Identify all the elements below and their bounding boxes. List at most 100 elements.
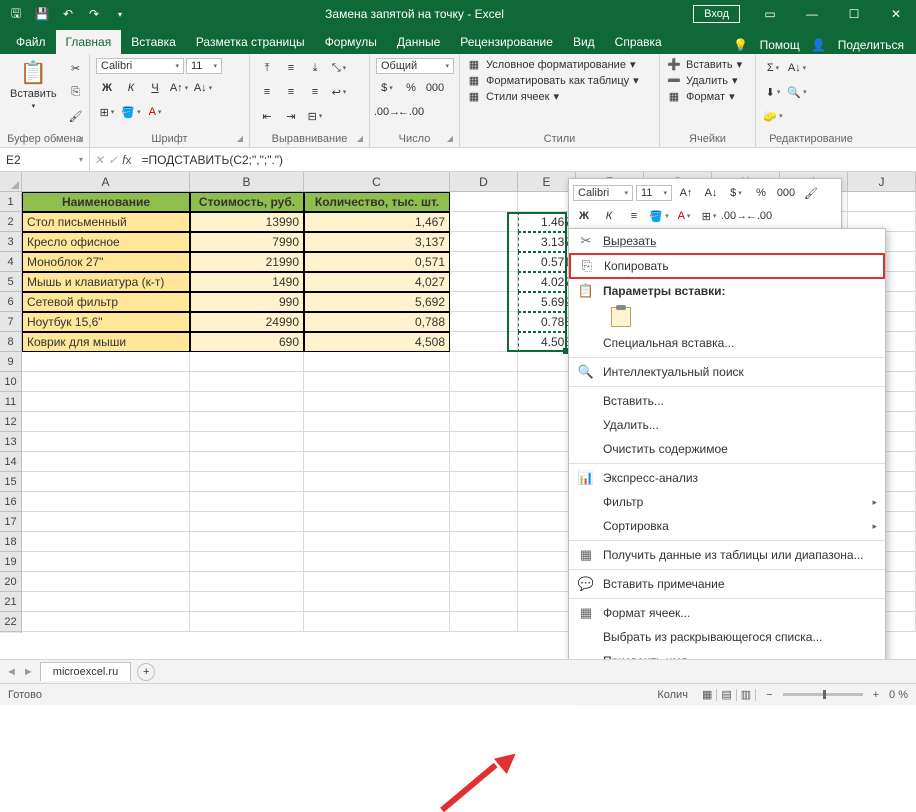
cell-C8[interactable]: 4,508 bbox=[304, 332, 450, 352]
cell-D12[interactable] bbox=[450, 412, 518, 432]
ctx-copy[interactable]: ⎘Копировать bbox=[569, 253, 885, 279]
tab-review[interactable]: Рецензирование bbox=[450, 30, 563, 54]
row-header-19[interactable]: 19 bbox=[0, 552, 21, 572]
decrease-font-button[interactable]: A↓ bbox=[192, 78, 214, 98]
ctx-delete[interactable]: Удалить... bbox=[569, 413, 885, 437]
cell-A21[interactable] bbox=[22, 592, 190, 612]
cell-B1[interactable]: Стоимость, руб. bbox=[190, 192, 304, 212]
cell-B5[interactable]: 1490 bbox=[190, 272, 304, 292]
align-top-icon[interactable]: ⤒ bbox=[256, 58, 278, 78]
col-header-J[interactable]: J bbox=[848, 172, 916, 191]
align-bottom-icon[interactable]: ⤓ bbox=[304, 58, 326, 78]
cell-C18[interactable] bbox=[304, 532, 450, 552]
row-header-11[interactable]: 11 bbox=[0, 392, 21, 412]
ctx-comment[interactable]: 💬Вставить примечание bbox=[569, 572, 885, 596]
tell-me[interactable]: Помощ bbox=[754, 38, 806, 52]
cell-A6[interactable]: Сетевой фильтр bbox=[22, 292, 190, 312]
redo-icon[interactable]: ↷ bbox=[82, 2, 106, 26]
ctx-smart-lookup[interactable]: 🔍Интеллектуальный поиск bbox=[569, 360, 885, 384]
ctx-paste-special[interactable]: Специальная вставка... bbox=[569, 331, 885, 355]
confirm-formula-icon[interactable]: ✓ bbox=[108, 153, 118, 167]
row-header-9[interactable]: 9 bbox=[0, 352, 21, 372]
borders-button[interactable]: ⊞ bbox=[96, 102, 118, 122]
cell-B17[interactable] bbox=[190, 512, 304, 532]
row-header-12[interactable]: 12 bbox=[0, 412, 21, 432]
cell-A18[interactable] bbox=[22, 532, 190, 552]
align-left-icon[interactable]: ≡ bbox=[256, 82, 278, 102]
sheet-tab[interactable]: microexcel.ru bbox=[40, 662, 131, 681]
insert-cells-button[interactable]: ➕Вставить▾ bbox=[666, 58, 742, 71]
view-buttons[interactable]: ▦▤▥ bbox=[698, 688, 756, 701]
mini-size-combo[interactable]: 11 bbox=[636, 185, 672, 201]
row-header-4[interactable]: 4 bbox=[0, 252, 21, 272]
cell-B2[interactable]: 13990 bbox=[190, 212, 304, 232]
maximize-button[interactable]: ☐ bbox=[834, 0, 874, 28]
tab-help[interactable]: Справка bbox=[605, 30, 672, 54]
sheet-nav-next[interactable]: ► bbox=[23, 666, 34, 678]
row-header-2[interactable]: 2 bbox=[0, 212, 21, 232]
mini-italic-icon[interactable]: К bbox=[598, 206, 620, 226]
mini-decdec-icon[interactable]: ←.00 bbox=[748, 206, 770, 226]
mini-format-painter-icon[interactable]: 🖌 bbox=[800, 183, 822, 203]
cell-C11[interactable] bbox=[304, 392, 450, 412]
autosave-icon[interactable]: 🖫 bbox=[4, 2, 28, 26]
align-middle-icon[interactable]: ≡ bbox=[280, 58, 302, 78]
delete-cells-button[interactable]: ➖Удалить▾ bbox=[666, 74, 738, 87]
cell-B12[interactable] bbox=[190, 412, 304, 432]
increase-font-button[interactable]: A↑ bbox=[168, 78, 190, 98]
cut-icon[interactable]: ✂ bbox=[65, 58, 87, 78]
font-color-button[interactable]: A bbox=[144, 102, 166, 122]
cell-D14[interactable] bbox=[450, 452, 518, 472]
formula-input[interactable]: =ПОДСТАВИТЬ(C2;",";".") bbox=[135, 153, 916, 167]
cell-C12[interactable] bbox=[304, 412, 450, 432]
ctx-filter[interactable]: Фильтр▸ bbox=[569, 490, 885, 514]
col-header-D[interactable]: D bbox=[450, 172, 518, 191]
cell-D17[interactable] bbox=[450, 512, 518, 532]
cell-C15[interactable] bbox=[304, 472, 450, 492]
cell-C21[interactable] bbox=[304, 592, 450, 612]
sheet-nav-prev[interactable]: ◄ bbox=[6, 666, 17, 678]
merge-icon[interactable]: ⊟ bbox=[304, 106, 326, 126]
tab-view[interactable]: Вид bbox=[563, 30, 605, 54]
share-button[interactable]: Поделиться bbox=[832, 38, 910, 52]
tab-pagelayout[interactable]: Разметка страницы bbox=[186, 30, 315, 54]
row-header-22[interactable]: 22 bbox=[0, 612, 21, 632]
cell-C13[interactable] bbox=[304, 432, 450, 452]
mini-percent-icon[interactable]: % bbox=[750, 183, 772, 203]
col-header-B[interactable]: B bbox=[190, 172, 304, 191]
cell-B18[interactable] bbox=[190, 532, 304, 552]
qat-dropdown-icon[interactable]: ▾ bbox=[108, 2, 132, 26]
tab-home[interactable]: Главная bbox=[56, 30, 122, 54]
cell-A8[interactable]: Коврик для мыши bbox=[22, 332, 190, 352]
paste-option-icon[interactable] bbox=[611, 307, 631, 327]
cell-A22[interactable] bbox=[22, 612, 190, 632]
cell-D13[interactable] bbox=[450, 432, 518, 452]
cell-C5[interactable]: 4,027 bbox=[304, 272, 450, 292]
cell-C7[interactable]: 0,788 bbox=[304, 312, 450, 332]
mini-fontcolor-icon[interactable]: A bbox=[673, 206, 695, 226]
cell-D22[interactable] bbox=[450, 612, 518, 632]
ctx-get-data[interactable]: ▦Получить данные из таблицы или диапазон… bbox=[569, 543, 885, 567]
fill-icon[interactable]: ⬇ bbox=[762, 82, 784, 102]
align-right-icon[interactable]: ≡ bbox=[304, 82, 326, 102]
row-header-13[interactable]: 13 bbox=[0, 432, 21, 452]
cell-B22[interactable] bbox=[190, 612, 304, 632]
cell-D1[interactable] bbox=[450, 192, 518, 212]
increase-decimal-icon[interactable]: .00→ bbox=[376, 102, 398, 122]
cell-B15[interactable] bbox=[190, 472, 304, 492]
cell-A7[interactable]: Ноутбук 15,6" bbox=[22, 312, 190, 332]
zoom-in-button[interactable]: + bbox=[873, 689, 879, 701]
cell-D11[interactable] bbox=[450, 392, 518, 412]
name-box[interactable]: E2 bbox=[0, 148, 90, 171]
wrap-text-icon[interactable]: ↩ bbox=[328, 82, 350, 102]
cell-D15[interactable] bbox=[450, 472, 518, 492]
lightbulb-icon[interactable]: 💡 bbox=[732, 36, 750, 54]
cell-A5[interactable]: Мышь и клавиатура (к-т) bbox=[22, 272, 190, 292]
cell-D2[interactable] bbox=[450, 212, 518, 232]
login-button[interactable]: Вход bbox=[693, 5, 740, 23]
cell-C16[interactable] bbox=[304, 492, 450, 512]
fx-icon[interactable]: fx bbox=[122, 153, 131, 167]
ctx-quick-analysis[interactable]: 📊Экспресс-анализ bbox=[569, 466, 885, 490]
tab-file[interactable]: Файл bbox=[6, 30, 56, 54]
align-center-icon[interactable]: ≡ bbox=[280, 82, 302, 102]
